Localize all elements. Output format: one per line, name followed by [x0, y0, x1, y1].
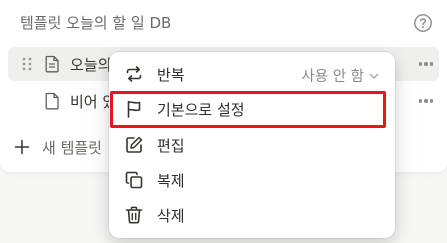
- flag-icon: [124, 99, 144, 119]
- menu-item-label: 편집: [157, 136, 185, 155]
- menu-item-repeat[interactable]: 반복 사용 안 함: [115, 57, 389, 91]
- chevron-down-icon: [369, 71, 379, 81]
- plus-icon: [14, 139, 30, 155]
- menu-item-label: 복제: [157, 171, 185, 190]
- app-stage: 템플릿 오늘의 할 일 DB 오늘의 비어 있음 새 템플릿 반복 사용 안 함…: [0, 0, 447, 243]
- more-options-icon[interactable]: [415, 92, 437, 110]
- duplicate-icon: [124, 170, 144, 190]
- menu-item-label: 기본으로 설정: [157, 100, 245, 119]
- document-icon: [44, 92, 60, 110]
- repeat-icon: [124, 64, 144, 84]
- menu-item-label: 반복: [157, 65, 185, 84]
- more-options-icon[interactable]: [415, 55, 437, 73]
- panel-title: 템플릿 오늘의 할 일 DB: [20, 14, 172, 32]
- menu-item-delete[interactable]: 삭제: [115, 198, 389, 232]
- menu-item-duplicate[interactable]: 복제: [115, 163, 389, 197]
- menu-item-set-default[interactable]: 기본으로 설정: [115, 92, 389, 126]
- repeat-value-text: 사용 안 함: [301, 69, 364, 85]
- trash-icon: [124, 205, 144, 225]
- new-template-button[interactable]: 새 템플릿: [14, 134, 102, 160]
- edit-icon: [124, 135, 144, 155]
- menu-item-edit[interactable]: 편집: [115, 128, 389, 162]
- menu-item-label: 삭제: [157, 206, 185, 225]
- help-icon[interactable]: [413, 13, 433, 33]
- drag-handle-icon[interactable]: [20, 55, 34, 73]
- document-icon: [44, 55, 60, 73]
- repeat-value[interactable]: 사용 안 함: [301, 65, 379, 86]
- new-template-label: 새 템플릿: [42, 138, 102, 157]
- context-menu: 반복 사용 안 함 기본으로 설정 편집 복제 삭제: [109, 52, 395, 238]
